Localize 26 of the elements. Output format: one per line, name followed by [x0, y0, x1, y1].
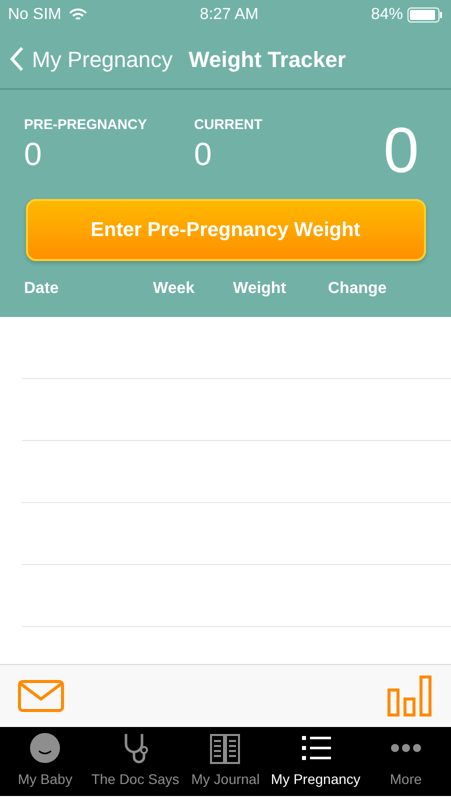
tab[interactable]: My Pregnancy: [270, 727, 361, 790]
tab[interactable]: The Doc Says: [90, 727, 180, 790]
battery-text: 84%: [370, 5, 403, 25]
tab[interactable]: My Journal: [180, 727, 270, 790]
stat-label: PRE-PREGNANCY: [24, 115, 148, 134]
column-header: Date: [24, 280, 59, 297]
tab[interactable]: My Baby: [0, 727, 90, 790]
smiley-icon: [28, 731, 62, 765]
stat-label: CURRENT: [194, 115, 264, 134]
bar-chart-icon[interactable]: [387, 675, 433, 717]
mail-icon[interactable]: [18, 680, 64, 712]
stat-value: 0: [194, 135, 212, 174]
total-value: 0: [383, 114, 420, 188]
wifi-icon: [69, 8, 88, 22]
battery-icon: [406, 7, 443, 23]
chevron-left-icon: [10, 46, 24, 72]
carrier-text: No SIM: [8, 5, 62, 25]
column-header: Weight: [233, 280, 286, 297]
more-icon: [390, 744, 422, 752]
column-header: Change: [328, 280, 387, 297]
stat-value: 0: [24, 135, 42, 174]
tab[interactable]: More: [360, 727, 451, 790]
column-header: Week: [153, 280, 195, 297]
book-icon: [208, 731, 242, 765]
page-title: Weight Tracker: [188, 46, 346, 74]
clock-text: 8:27 AM: [200, 5, 258, 25]
